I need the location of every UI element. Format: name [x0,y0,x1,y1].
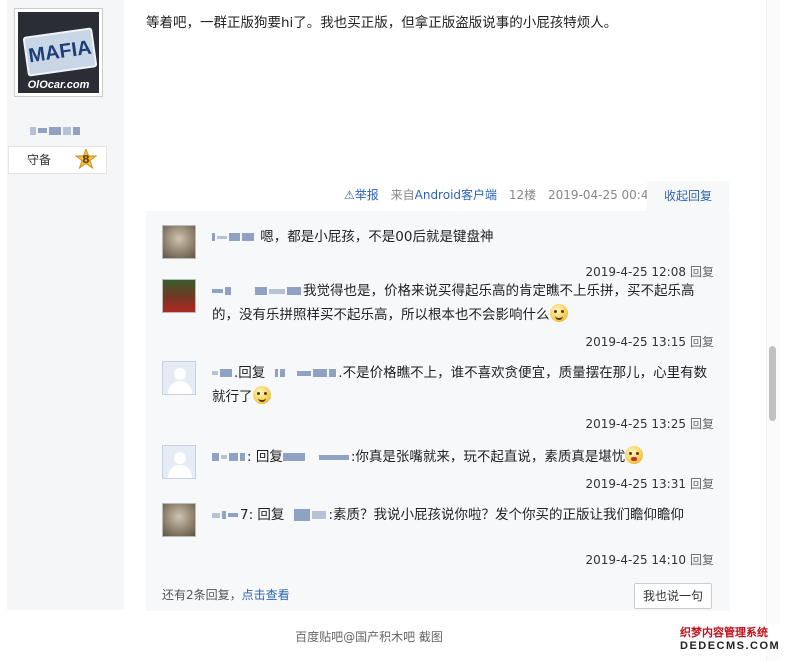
avatar-logo: MAFIA [22,27,98,77]
screenshot-caption: 百度贴吧@国产积木吧 截图 [295,630,443,644]
reply-prefix: .回复 [234,365,266,381]
star-icon: 8 [74,147,98,171]
reply-item: : 回复 :你真是张嘴就来，玩不起直说，素质真是堪忧 2019-4-25 13:3… [162,445,714,495]
rank-level: 8 [82,153,90,166]
frown-emoji-icon [625,446,644,464]
reply-link[interactable]: 回复 [690,417,714,431]
reply-body: 7: 回复 :素质？我说小屁孩说你啦？发个你买的正版让我们瞻仰瞻仰 [212,503,712,527]
reply-text: :你真是张嘴就来，玩不起直说，素质真是堪忧 [350,449,626,465]
source-client-link[interactable]: Android客户端 [415,188,497,202]
author-avatar[interactable]: MAFIA OlOcar.com [14,8,103,97]
reply-time: 2019-4-25 12:08 回复 [585,265,714,279]
floor-number: 12楼 [508,188,537,202]
source-prefix: 来自 [390,188,415,202]
reply-time: 2019-4-25 13:31 回复 [585,477,714,491]
reply-time: 2019-4-25 13:15 回复 [585,335,714,349]
watermark-line2: DEDECMS.COM [680,640,781,652]
reply-time: 2019-4-25 14:10 回复 [585,553,714,567]
reply-link[interactable]: 回复 [690,477,714,491]
reply-item: 嗯，都是小屁孩，不是00后就是键盘神 2019-4-25 12:08 回复 [162,225,714,279]
scrollbar-track[interactable] [766,0,780,661]
report-link[interactable]: ⚠举报 [344,188,379,202]
rank-title: 守备 [27,153,52,167]
collapse-replies-button[interactable]: 收起回复 [647,181,729,211]
reply-target-obscured[interactable] [282,449,351,465]
reply-username-obscured[interactable] [212,507,240,523]
more-replies: 还有2条回复，点击查看 [162,586,290,603]
scrollbar-thumb[interactable] [769,346,776,421]
reply-time: 2019-4-25 13:25 回复 [585,417,714,431]
post-timestamp: 2019-04-25 00:42 [547,188,657,202]
reply-username-obscured[interactable] [212,449,247,465]
report-label: 举报 [354,188,379,202]
grin-emoji-icon [549,304,568,322]
reply-link[interactable]: 回复 [690,553,714,567]
default-avatar-icon[interactable] [162,445,196,479]
reply-body: 我觉得也是，价格来说买得起乐高的肯定瞧不上乐拼，买不起乐高的，没有乐拼照样买不起… [212,279,712,327]
reply-prefix: : 回复 [247,449,283,465]
watermark-logo: 织梦内容管理系统 DEDECMS.COM [680,624,785,656]
reply-username-obscured[interactable] [212,365,234,381]
reply-panel: 嗯，都是小屁孩，不是00后就是键盘神 2019-4-25 12:08 回复 我觉得… [146,211,730,611]
reply-avatar[interactable] [162,503,196,537]
more-replies-count: 还有2条回复， [162,588,242,602]
reply-item: 7: 回复 :素质？我说小屁孩说你啦？发个你买的正版让我们瞻仰瞻仰 2019-4-… [162,503,714,573]
reply-item: .回复 .不是价格瞧不上，谁不喜欢贪便宜，质量摆在那儿，心里有数就行了 2019-… [162,361,714,441]
reply-body: 嗯，都是小屁孩，不是00后就是键盘神 [212,225,712,249]
reply-avatar[interactable] [162,279,196,313]
warning-icon: ⚠ [344,188,355,202]
reply-username-obscured[interactable] [212,283,303,299]
reply-link[interactable]: 回复 [690,265,714,279]
view-more-link[interactable]: 点击查看 [242,588,290,602]
default-avatar-icon[interactable] [162,361,196,395]
reply-body: : 回复 :你真是张嘴就来，玩不起直说，素质真是堪忧 [212,445,712,469]
author-username-obscured[interactable] [30,120,82,139]
level-badge[interactable]: 守备 8 [8,146,107,174]
reply-item: 我觉得也是，价格来说买得起乐高的肯定瞧不上乐拼，买不起乐高的，没有乐拼照样买不起… [162,279,714,359]
grin-emoji-icon [252,386,271,404]
reply-text: :素质？我说小屁孩说你啦？发个你买的正版让我们瞻仰瞻仰 [328,507,684,523]
reply-target-obscured[interactable] [265,365,338,381]
avatar-site-label: OlOcar.com [27,79,90,91]
reply-avatar[interactable] [162,225,196,259]
say-something-button[interactable]: 我也说一句 [634,583,712,609]
reply-body: .回复 .不是价格瞧不上，谁不喜欢贪便宜，质量摆在那儿，心里有数就行了 [212,361,712,409]
reply-link[interactable]: 回复 [690,335,714,349]
watermark-line1: 织梦内容管理系统 [680,626,768,639]
post-content: 等着吧，一群正版狗要hi了。我也买正版，但拿正版盗版说事的小屁孩特烦人。 [146,15,618,31]
post-meta: ⚠举报 来自Android客户端 12楼 2019-04-25 00:42 [344,186,656,203]
reply-target-obscured[interactable] [284,507,328,523]
reply-text: 嗯，都是小屁孩，不是00后就是键盘神 [260,229,494,245]
reply-username-obscured[interactable] [212,229,256,245]
reply-prefix: 7: 回复 [240,507,285,523]
